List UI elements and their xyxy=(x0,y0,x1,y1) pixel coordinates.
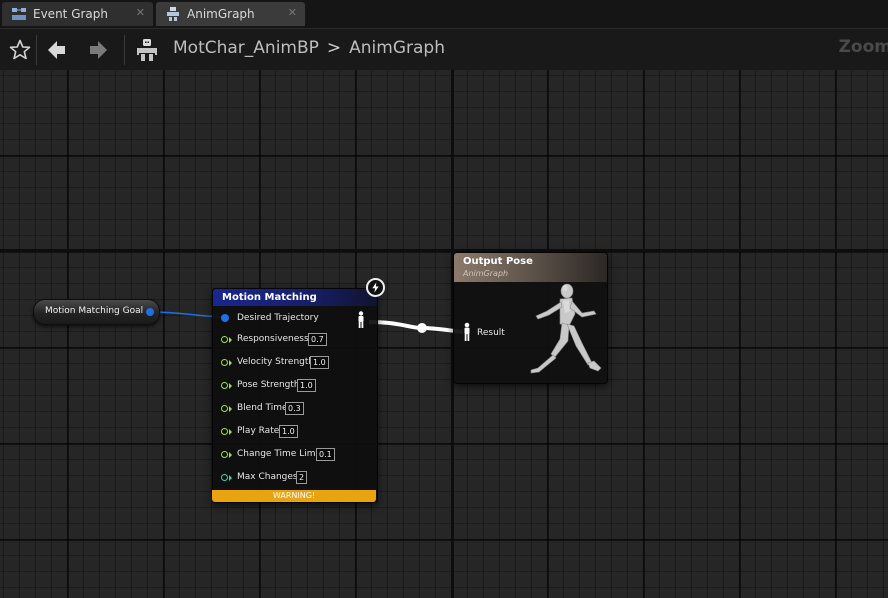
pin-value-field[interactable]: 0.7 xyxy=(308,333,327,346)
pin-label: Change Time Limit xyxy=(237,449,322,459)
pin-label: Velocity Strength xyxy=(237,357,315,367)
output-pose-node[interactable]: Output Pose AnimGraph Result xyxy=(453,252,608,384)
input-pin[interactable] xyxy=(221,382,228,389)
pin-arrow xyxy=(229,429,232,435)
pin-label: Pose Strength xyxy=(237,380,300,390)
breadcrumb-graph[interactable]: AnimGraph xyxy=(349,38,445,58)
arrow-left-icon xyxy=(48,41,65,59)
pin-arrow xyxy=(229,475,232,481)
node-title: Motion Matching Goal xyxy=(45,306,144,316)
pin-row-responsiveness[interactable]: Responsiveness 0.7 xyxy=(213,332,377,348)
input-pin[interactable] xyxy=(221,336,228,343)
motion-matching-goal-node[interactable]: Motion Matching Goal xyxy=(33,299,160,325)
graph-canvas[interactable] xyxy=(0,70,888,598)
pin-row-blend-time[interactable]: Blend Time 0.3 xyxy=(213,401,377,417)
star-icon xyxy=(9,39,31,60)
input-pin[interactable] xyxy=(221,359,228,366)
tab-close-button[interactable]: ✕ xyxy=(288,6,297,19)
forward-button[interactable] xyxy=(86,38,110,62)
document-tab-bar: Event Graph ✕ AnimGraph ✕ xyxy=(0,0,888,28)
node-title: Output Pose xyxy=(463,256,533,267)
pin-value-field[interactable]: 1.0 xyxy=(297,379,316,392)
pin-label: Blend Time xyxy=(237,403,288,413)
pose-pin-icon[interactable] xyxy=(462,322,472,342)
arrow-right-icon xyxy=(90,41,107,59)
tab-event-graph[interactable]: Event Graph ✕ xyxy=(2,2,153,26)
node-title: Motion Matching xyxy=(222,292,317,303)
pin-value-field[interactable]: 1.0 xyxy=(279,425,298,438)
pin-label: Desired Trajectory xyxy=(237,313,319,323)
pin-arrow xyxy=(229,383,232,389)
pin-row-pose-strength[interactable]: Pose Strength 1.0 xyxy=(213,378,377,394)
node-header: Output Pose AnimGraph xyxy=(454,253,607,282)
zoom-label: Zoom xyxy=(838,37,888,57)
breadcrumb: MotChar_AnimBP > AnimGraph xyxy=(173,38,445,58)
input-pin[interactable] xyxy=(221,428,228,435)
favorite-button[interactable] xyxy=(8,38,32,62)
grid-origin-line xyxy=(0,249,888,252)
back-button[interactable] xyxy=(45,38,69,62)
event-graph-icon xyxy=(12,8,26,20)
tab-close-button[interactable]: ✕ xyxy=(136,6,145,19)
pin-value-field[interactable]: 2 xyxy=(296,471,308,484)
pin-label: Play Rate xyxy=(237,426,280,436)
pin-row-desired-trajectory[interactable]: Desired Trajectory xyxy=(213,311,377,327)
pin-arrow xyxy=(229,360,232,366)
breadcrumb-separator: > xyxy=(326,38,342,58)
pin-row-play-rate[interactable]: Play Rate 1.0 xyxy=(213,424,377,440)
node-subtitle: AnimGraph xyxy=(463,269,509,278)
pin-row-velocity-strength[interactable]: Velocity Strength 1.0 xyxy=(213,355,377,371)
motion-matching-node[interactable]: Motion Matching Desired Trajectory Respo… xyxy=(212,278,385,503)
asset-button[interactable] xyxy=(135,38,159,62)
pin-value-field[interactable]: 1.0 xyxy=(310,356,329,369)
input-pin[interactable] xyxy=(221,405,228,412)
pin-arrow xyxy=(229,452,232,458)
input-pin[interactable] xyxy=(221,451,228,458)
breadcrumb-asset[interactable]: MotChar_AnimBP xyxy=(173,38,319,58)
pin-value-field[interactable]: 0.3 xyxy=(285,402,304,415)
pin-label: Responsiveness xyxy=(237,334,309,344)
tab-anim-graph[interactable]: AnimGraph ✕ xyxy=(156,2,305,26)
warning-bar: WARNING! xyxy=(212,490,376,502)
pin-value-field[interactable]: 0.1 xyxy=(316,448,335,461)
skeleton-icon xyxy=(137,39,157,61)
pin-label: Max Changes xyxy=(237,472,298,482)
toolbar-separator xyxy=(124,35,125,65)
node-header: Motion Matching xyxy=(213,289,377,306)
anim-graph-icon xyxy=(167,7,179,21)
pin-arrow xyxy=(229,406,232,412)
running-mannequin-icon xyxy=(530,283,602,374)
toolbar-separator xyxy=(36,35,37,65)
tab-label: AnimGraph xyxy=(187,7,255,21)
pin-row-change-time-limit[interactable]: Change Time Limit 0.1 xyxy=(213,447,377,463)
pin-arrow xyxy=(229,337,232,343)
lightning-icon xyxy=(366,278,385,297)
graph-toolbar: MotChar_AnimBP > AnimGraph Zoom xyxy=(0,28,888,70)
pin-label: Result xyxy=(477,328,505,338)
input-pin[interactable] xyxy=(221,314,229,322)
pin-row-max-changes[interactable]: Max Changes 2 xyxy=(213,470,377,486)
input-pin[interactable] xyxy=(221,474,228,481)
output-pin[interactable] xyxy=(146,308,154,316)
tab-label: Event Graph xyxy=(33,7,108,21)
